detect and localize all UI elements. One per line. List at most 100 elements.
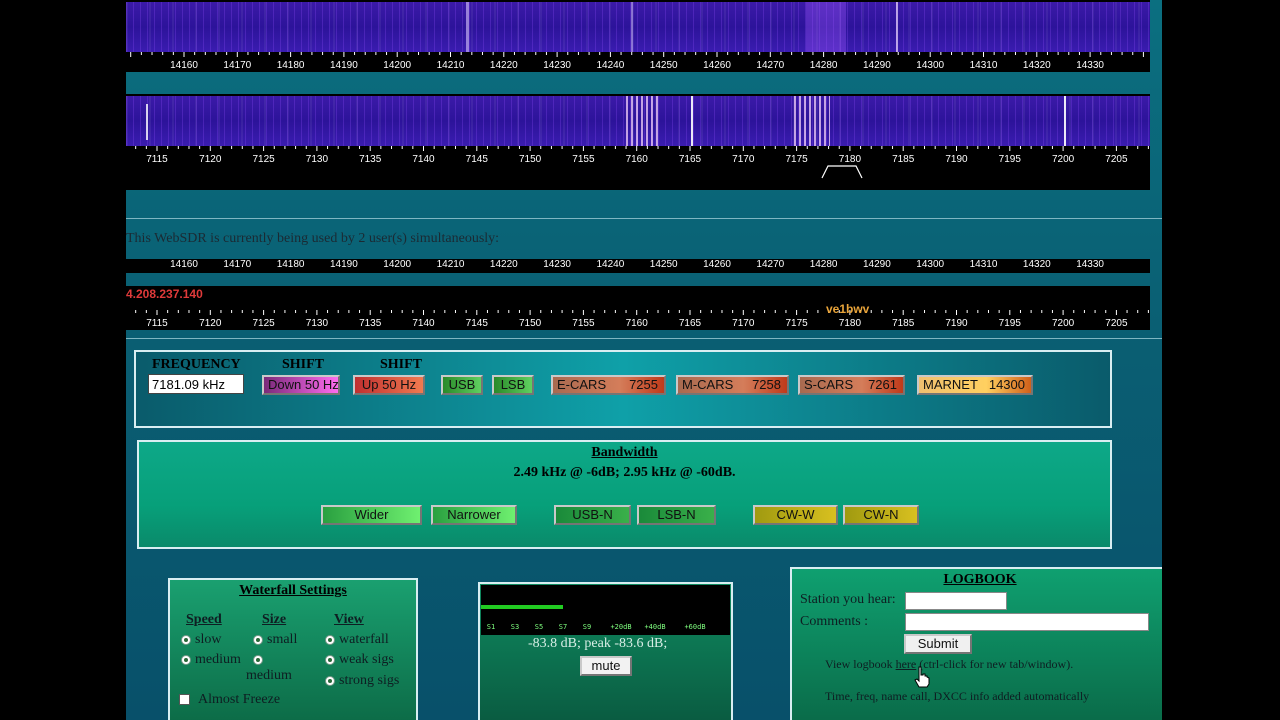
shift-header-down: SHIFT xyxy=(282,357,325,372)
scale-label: 14270 xyxy=(756,259,785,270)
scale-label: 14250 xyxy=(649,60,678,71)
smeter-level-text: -83.8 dB; peak -83.6 dB; xyxy=(528,636,668,651)
frequency-input[interactable] xyxy=(148,374,244,394)
scale-label: 14300 xyxy=(916,60,945,71)
scale-label: 14220 xyxy=(489,60,518,71)
preset-mcars-name: M-CARS xyxy=(682,377,734,392)
scale-label: 7170 xyxy=(732,154,755,165)
preset-ecars-button[interactable]: E-CARS 7255 xyxy=(551,375,666,395)
up-50hz-button[interactable]: Up 50 Hz xyxy=(353,375,425,395)
scale-label: 14270 xyxy=(756,60,785,71)
view-weak-label: weak sigs xyxy=(339,652,394,667)
preset-mcars-button[interactable]: M-CARS 7258 xyxy=(676,375,789,395)
scale-label: 7175 xyxy=(785,154,808,165)
wider-button[interactable]: Wider xyxy=(321,505,422,525)
scale-label: 14240 xyxy=(596,259,625,270)
scale-label: 7175 xyxy=(785,318,808,329)
preset-mcars-freq: 7258 xyxy=(752,377,781,392)
scale-label: 14160 xyxy=(170,60,198,71)
divider-2 xyxy=(126,338,1162,339)
size-header: Size xyxy=(262,612,287,627)
cw-w-button[interactable]: CW-W xyxy=(753,505,838,525)
mute-button[interactable]: mute xyxy=(580,656,632,676)
preset-scars-button[interactable]: S-CARS 7261 xyxy=(798,375,905,395)
scale-label: 14330 xyxy=(1076,60,1104,71)
view-logbook-text: View logbook here (ctrl-click for new ta… xyxy=(825,657,1073,672)
scale-label: 14260 xyxy=(703,259,731,270)
logbook-title: LOGBOOK xyxy=(943,572,1017,587)
waterfall-top[interactable] xyxy=(126,2,1150,52)
waterfall-bottom[interactable] xyxy=(126,96,1150,146)
user-scale-top-band: 14160 14170 14180 14190 14200 14210 14220 14230… xyxy=(126,259,1150,273)
scale-label: 7120 xyxy=(199,154,222,165)
scale-label: 7115 xyxy=(146,318,168,329)
smeter-label: S9 xyxy=(582,623,592,631)
scale-label: 7115 xyxy=(146,154,168,165)
submit-button[interactable]: Submit xyxy=(904,634,972,654)
scale-label: 14180 xyxy=(276,60,305,71)
usb-button[interactable]: USB xyxy=(441,375,483,395)
scale-label: 7145 xyxy=(465,154,488,165)
smeter-label: S5 xyxy=(534,623,544,631)
scale-label: 7145 xyxy=(465,318,488,329)
view-strong-label: strong sigs xyxy=(339,673,400,688)
user-frequency-scale-top: 14160 14170 14180 14190 14200 14210 14220 14230… xyxy=(126,259,1150,273)
smeter-label: +40dB xyxy=(644,623,666,631)
narrower-button[interactable]: Narrower xyxy=(431,505,517,525)
bandwidth-info: 2.49 kHz @ -6dB; 2.95 kHz @ -60dB. xyxy=(513,465,736,480)
scale-label: 14210 xyxy=(436,259,465,270)
smeter-scale: S1 S3 S5 S7 S9 +20dB +40dB +60dB xyxy=(481,623,730,635)
cw-n-button[interactable]: CW-N xyxy=(843,505,919,525)
preset-ecars-freq: 7255 xyxy=(629,377,658,392)
station-input[interactable] xyxy=(905,592,1007,610)
scale-label: 7120 xyxy=(199,318,222,329)
waterfall-top-band: 14160 14170 14180 14190 14200 14210 14220 14230… xyxy=(126,0,1150,72)
view-weak-radio[interactable] xyxy=(325,655,335,665)
comments-input[interactable] xyxy=(905,613,1149,631)
preset-marnet-freq: 14300 xyxy=(988,377,1025,392)
scale-label: 7170 xyxy=(732,318,755,329)
speed-header: Speed xyxy=(186,612,222,627)
smeter-label: +60dB xyxy=(684,623,706,631)
scale-label: 7180 xyxy=(838,318,862,329)
frequency-header: FREQUENCY xyxy=(152,357,241,372)
size-medium-label: medium xyxy=(246,668,292,683)
shift-header-up: SHIFT xyxy=(380,357,423,372)
view-logbook-suffix: (ctrl-click for new tab/window). xyxy=(919,657,1074,671)
speed-medium-radio[interactable] xyxy=(181,655,191,665)
size-small-radio[interactable] xyxy=(253,635,263,645)
scale-label: 14160 xyxy=(170,259,198,270)
almost-freeze-checkbox[interactable] xyxy=(179,694,190,705)
scale-label: 14230 xyxy=(543,259,571,270)
view-strong-radio[interactable] xyxy=(325,676,335,686)
scale-label: 7185 xyxy=(892,318,915,329)
usb-n-button[interactable]: USB-N xyxy=(554,505,631,525)
users-status-text: This WebSDR is currently being used by 2… xyxy=(126,231,500,246)
almost-freeze-label: Almost Freeze xyxy=(198,692,281,707)
lsb-button[interactable]: LSB xyxy=(492,375,534,395)
passband-indicator[interactable] xyxy=(816,160,876,180)
preset-ecars-name: E-CARS xyxy=(557,377,607,392)
scale-label: 14250 xyxy=(649,259,678,270)
scale-label: 7205 xyxy=(1105,154,1128,165)
down-50hz-button[interactable]: Down 50 Hz xyxy=(262,375,340,395)
preset-marnet-button[interactable]: MARNET 14300 xyxy=(917,375,1033,395)
lsb-n-button[interactable]: LSB-N xyxy=(637,505,716,525)
view-waterfall-label: waterfall xyxy=(339,632,389,647)
scale-label: 7150 xyxy=(518,318,542,329)
scale-label: 14320 xyxy=(1022,259,1051,270)
scale-label: 14190 xyxy=(329,259,358,270)
speed-slow-radio[interactable] xyxy=(181,635,191,645)
scale-label: 7165 xyxy=(678,154,702,165)
frequency-scale-bottom[interactable]: 7115 7120 7125 7130 7135 7140 7145 7150 7155 7160… xyxy=(126,146,1150,172)
size-medium-radio[interactable] xyxy=(253,655,263,665)
auto-info-text: Time, freq, name call, DXCC info added a… xyxy=(825,689,1090,703)
user-ip: 4.208.237.140 xyxy=(126,287,203,301)
view-waterfall-radio[interactable] xyxy=(325,635,335,645)
frequency-scale-top[interactable]: 14160 14170 14180 14190 14200 14210 14220 14230… xyxy=(126,52,1150,72)
divider-1 xyxy=(126,218,1162,219)
preset-scars-freq: 7261 xyxy=(868,377,897,392)
scale-label: 7200 xyxy=(1051,318,1075,329)
scale-label: 14200 xyxy=(383,60,412,71)
scale-label: 14180 xyxy=(276,259,305,270)
